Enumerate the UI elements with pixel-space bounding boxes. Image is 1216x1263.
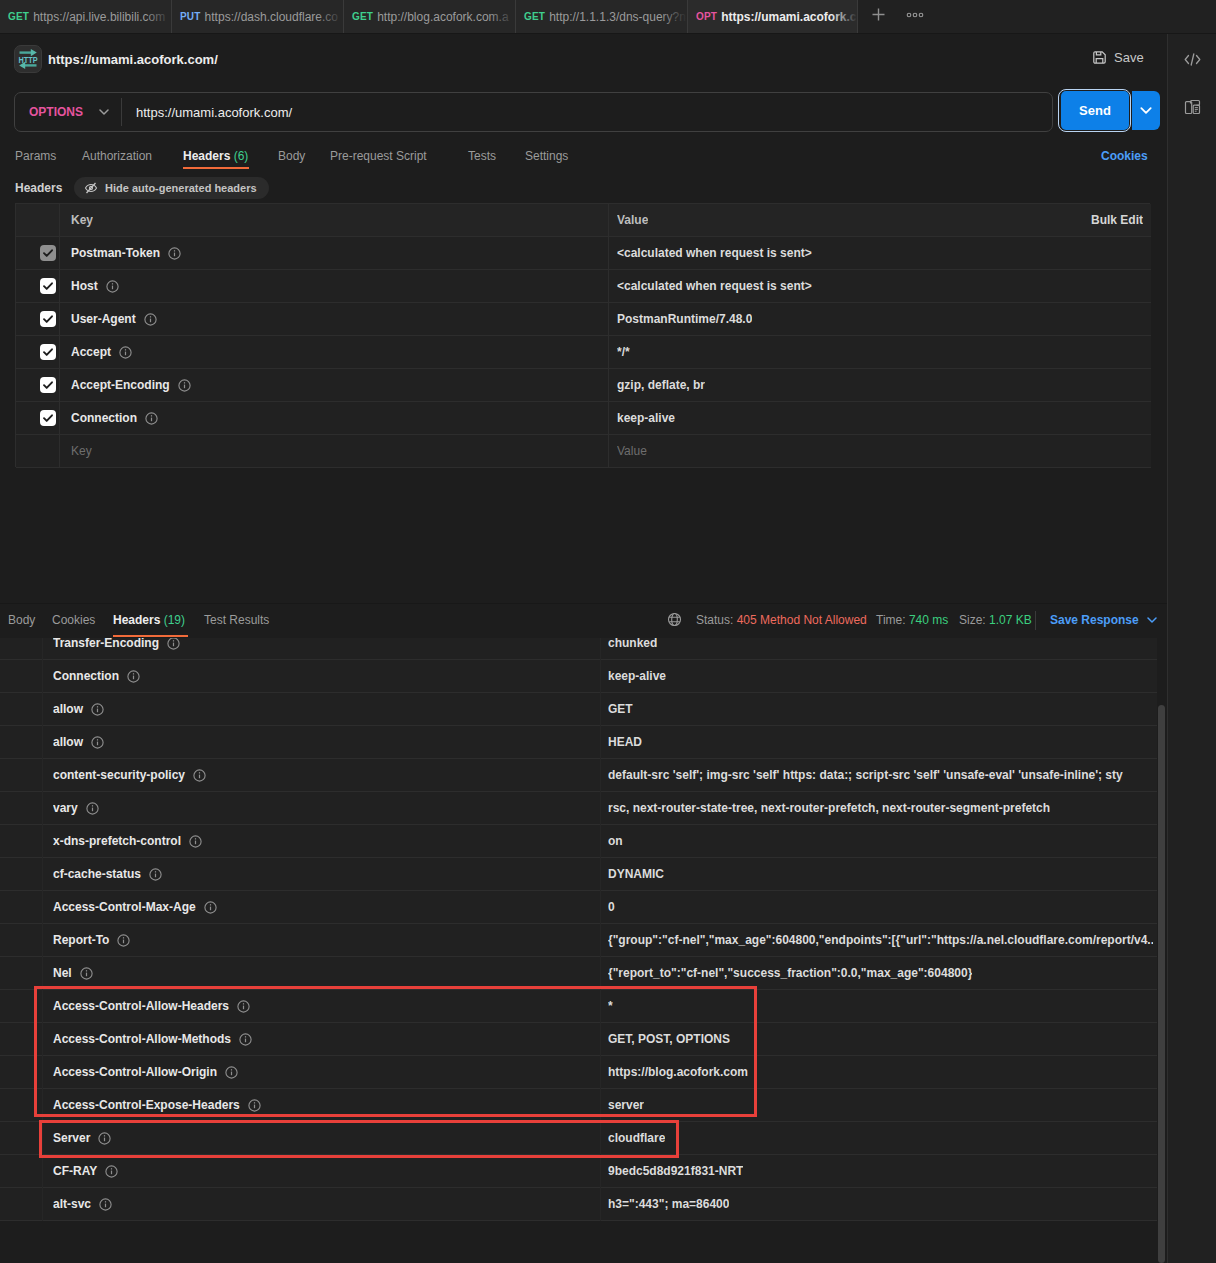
svg-text:HTTP: HTTP	[19, 54, 39, 65]
